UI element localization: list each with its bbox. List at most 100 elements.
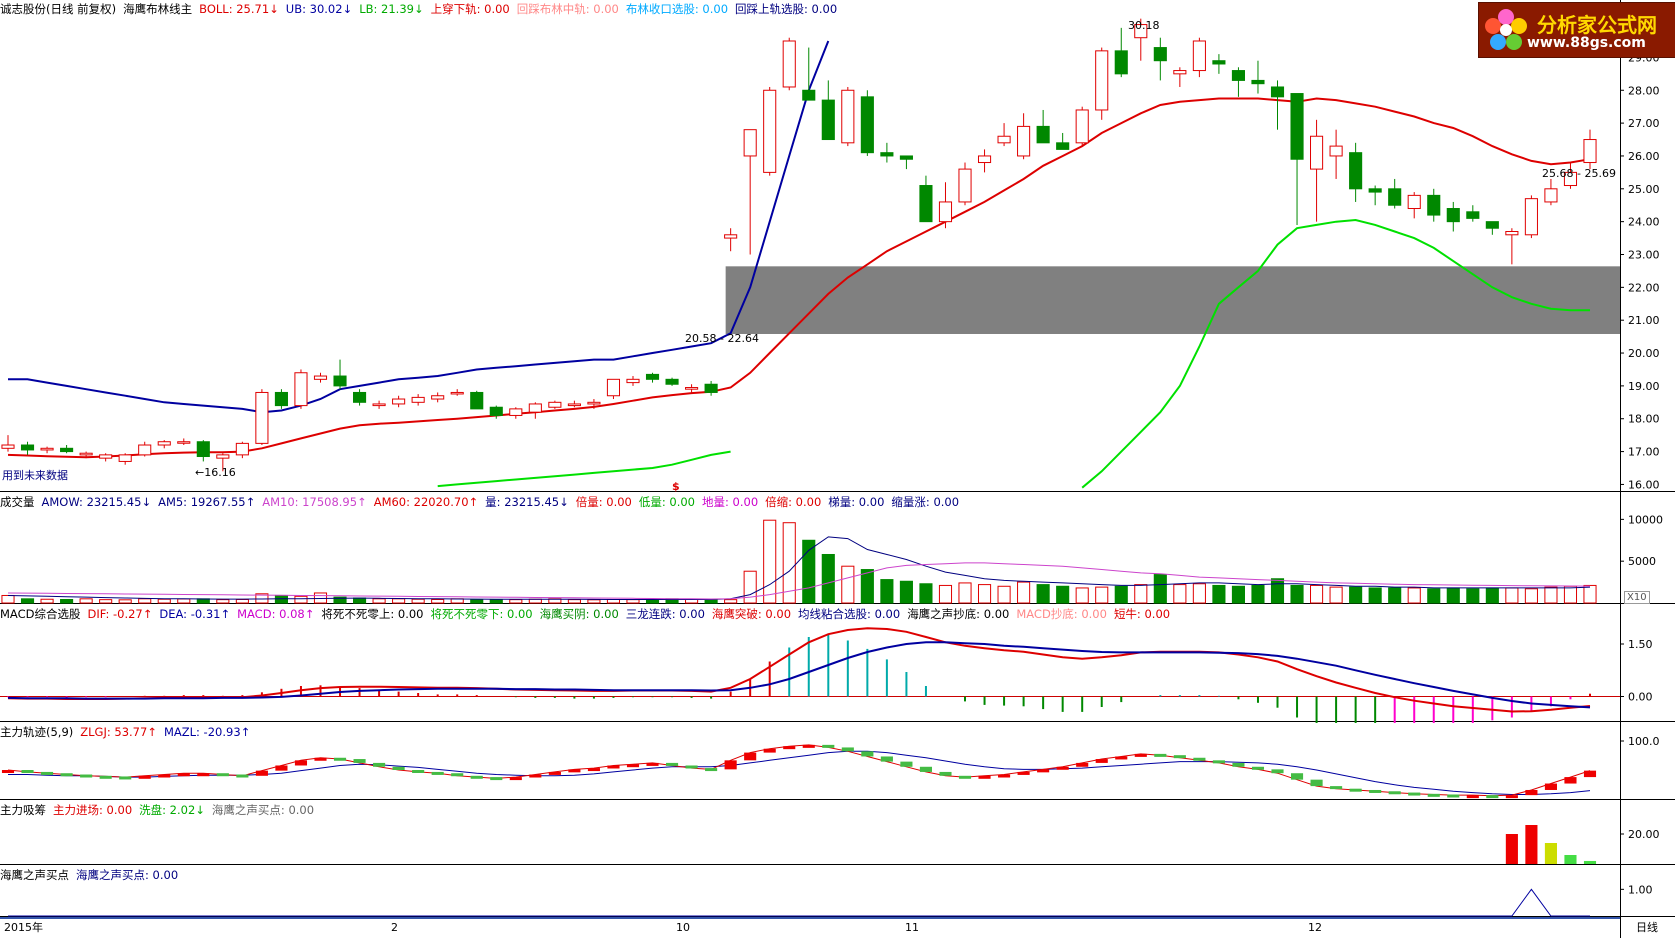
force-tick-label: 100.0 [1628, 735, 1660, 748]
force-bar [1583, 770, 1597, 778]
force-bar [841, 747, 854, 752]
force-bar [1447, 794, 1460, 798]
mazl-value: MAZL: -20.93↑ [163, 725, 251, 739]
double-vol-value: 倍量: 0.00 [575, 495, 632, 509]
candle-body [1329, 145, 1343, 157]
force-bar [900, 761, 913, 767]
candle-body [1095, 50, 1109, 111]
volume-bar [880, 579, 894, 604]
candle-body [880, 152, 894, 157]
macd-value: MACD: 0.08↑ [237, 607, 315, 621]
volume-bar [99, 599, 113, 604]
force-bar [802, 744, 815, 748]
volume-bar [587, 599, 601, 604]
volume-bar [1056, 585, 1070, 604]
volume-bar [411, 598, 425, 604]
ub-value: UB: 30.02↓ [285, 2, 353, 16]
volume-bar [1017, 581, 1031, 604]
signal-9: 短牛: 0.00 [1113, 607, 1171, 621]
candle-body [138, 444, 152, 456]
low-price-label: ←16.16 [195, 466, 236, 479]
force-bar [41, 771, 54, 775]
force-bar [705, 768, 718, 772]
macd-tick-label: 0.00 [1628, 691, 1653, 704]
timeline-label-year: 2015年 [4, 921, 43, 934]
force-bar [822, 744, 835, 748]
boll-value: BOLL: 25.71↓ [199, 2, 279, 16]
force-bar [958, 775, 972, 779]
volume-bar [1505, 587, 1519, 604]
volume-bar [606, 598, 621, 604]
candle-body [216, 454, 230, 459]
volume-bar [1270, 578, 1285, 604]
force-bar [529, 774, 542, 778]
force-bar [1408, 792, 1421, 796]
volume-bar [1114, 585, 1128, 604]
absorb-bar [1564, 855, 1577, 864]
candle-body [20, 444, 35, 451]
force-bar [451, 773, 464, 777]
candle-body [372, 403, 386, 407]
volume-bar [1075, 587, 1089, 604]
candle-body [470, 391, 484, 410]
buy-value: 海鹰之声买点: 0.00 [76, 868, 179, 882]
volume-bar [157, 598, 171, 604]
price-tick-label: 22.00 [1628, 281, 1660, 294]
chart-canvas[interactable]: 29.0028.0027.0026.0025.0024.0023.0022.00… [0, 0, 1675, 938]
candle-body [1388, 188, 1402, 206]
candle-body [411, 396, 425, 403]
brand-logo[interactable]: 分析家公式网 www.88gs.com [1478, 2, 1675, 58]
zlgj-line [7, 744, 1591, 797]
force-bar [412, 770, 425, 773]
price-tick-label: 27.00 [1628, 117, 1660, 130]
shrink-value: 布林收口选股: 0.00 [625, 2, 729, 16]
absorb-bar [1525, 825, 1538, 864]
candle-body [997, 135, 1011, 144]
volume-scale-badge[interactable]: X10 [1624, 591, 1650, 604]
volume-bar [724, 599, 738, 604]
candle-body [567, 403, 581, 407]
volume-bar [1153, 574, 1167, 604]
candle-body [1446, 208, 1460, 223]
candle-body [841, 89, 855, 144]
buy-signal-line [8, 888, 1590, 917]
box-zone [725, 266, 1620, 334]
volume-bar [216, 599, 230, 604]
volume-title: 成交量 [0, 495, 35, 509]
flower-logo-icon [1485, 9, 1527, 50]
upper-band-line [8, 40, 830, 414]
lb-value: LB: 21.39↓ [359, 2, 424, 16]
force-bar [1486, 795, 1499, 799]
force-bar [21, 770, 34, 773]
stock-chart-window: 29.0028.0027.0026.0025.0024.0023.0022.00… [0, 0, 1675, 938]
volume-bar [1329, 586, 1343, 604]
absorb-bar [1505, 834, 1518, 864]
volume-bar [177, 598, 191, 604]
candle-body [118, 454, 132, 462]
candle-body [1173, 70, 1187, 75]
volume-bar [704, 599, 718, 604]
force-bar [1310, 779, 1323, 787]
volume-bar [958, 582, 972, 604]
absorb-title: 主力吸筹 [0, 803, 46, 817]
force-bar [431, 771, 444, 775]
force-bar [548, 771, 561, 775]
amow-value: AMOW: 23215.45↓ [41, 495, 152, 509]
signal-8: MACD抄底: 0.00 [1016, 607, 1107, 621]
force-bar [60, 773, 73, 777]
volume-bar [1290, 584, 1304, 604]
volume-bar [1036, 584, 1050, 604]
candle-body [1, 444, 15, 449]
dif-value: DIF: -0.27↑ [87, 607, 153, 621]
force-bar [333, 757, 347, 761]
period-mode-button[interactable]: 日线 [1636, 918, 1658, 938]
force-bar [392, 766, 405, 770]
force-bar [197, 773, 210, 777]
volume-bar [489, 599, 503, 604]
volume-bar [1231, 585, 1245, 604]
candle-body [431, 395, 445, 400]
main-force-title: 主力轨迹(5,9) [0, 725, 74, 739]
force-bar [587, 768, 600, 772]
price-tick-label: 17.00 [1628, 446, 1660, 459]
volume-bar [997, 585, 1011, 604]
